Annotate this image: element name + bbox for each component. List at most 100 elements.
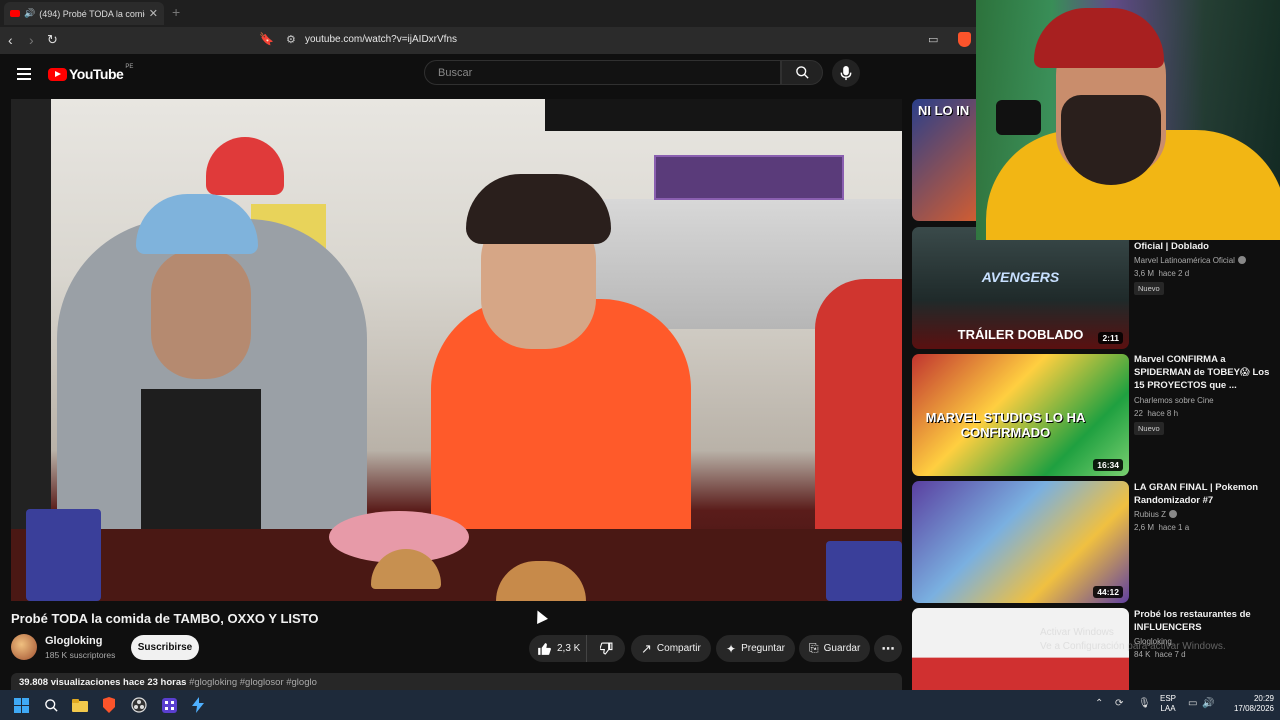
sidebar-channel-name[interactable]: Marvel Latinoamérica Oficial — [1134, 256, 1246, 265]
tray-overflow-icon[interactable]: ⌃ — [1095, 698, 1103, 709]
upload-age: hace 8 h — [1147, 409, 1179, 418]
sidebar-video-title[interactable]: Marvel CONFIRMA a SPIDERMAN de TOBEY😱 Lo… — [1134, 353, 1274, 392]
voice-search-button[interactable] — [832, 59, 860, 87]
video-frame-person-left-cap — [136, 194, 258, 254]
forward-icon[interactable]: › — [29, 32, 34, 48]
browser-tab[interactable]: 🔊 (494) Probé TODA la comida ✕ — [4, 2, 164, 25]
cast-icon[interactable]: ▭ — [928, 33, 938, 46]
microphone-icon — [840, 65, 852, 80]
mouse-cursor-icon — [532, 608, 548, 624]
start-button[interactable] — [12, 696, 30, 714]
video-frame-soundbar — [654, 155, 844, 200]
search-icon — [44, 698, 58, 712]
video-title: Probé TODA la comida de TAMBO, OXXO Y LI… — [11, 611, 319, 626]
like-dislike-group: 2,3 K — [529, 635, 625, 662]
thumbnail-caption: MARVEL STUDIOS LO HA CONFIRMADO — [925, 410, 1086, 440]
channel-label: Marvel Latinoamérica Oficial — [1134, 256, 1235, 265]
like-button[interactable]: 2,3 K — [529, 635, 587, 662]
search-input[interactable] — [425, 61, 780, 84]
channel-name[interactable]: Glogloking — [45, 635, 102, 647]
watermark-line: Ve a Configuración para activar Windows. — [1040, 641, 1226, 652]
sidebar-video-meta: 2,6 M hace 1 a — [1134, 523, 1189, 532]
input-language[interactable]: ESP LAA — [1160, 694, 1176, 714]
sparkle-icon: ✦ — [726, 641, 737, 656]
video-duration: 44:12 — [1093, 586, 1123, 598]
video-frame-tv — [545, 99, 902, 131]
bookmark-icon[interactable]: 🔖 — [259, 32, 274, 46]
video-duration: 2:11 — [1098, 332, 1123, 344]
file-explorer-button[interactable] — [71, 696, 89, 714]
video-frame-person-center-hair — [466, 174, 611, 244]
new-badge: Nuevo — [1134, 422, 1164, 435]
description-box[interactable]: 39.808 visualizaciones hace 23 horas #gl… — [11, 673, 902, 690]
taskbar-app-button[interactable] — [189, 696, 207, 714]
ask-button[interactable]: ✦ Preguntar — [716, 635, 795, 662]
more-actions-button[interactable]: ⋯ — [874, 635, 902, 662]
upload-age: hace 23 horas — [123, 677, 187, 688]
save-label: Guardar — [823, 643, 861, 654]
brave-shield-icon[interactable] — [958, 32, 971, 47]
youtube-favicon-icon — [10, 10, 20, 17]
volume-icon[interactable]: 🔊 — [1202, 698, 1214, 709]
thumbs-up-icon — [538, 642, 551, 655]
speaker-icon[interactable]: 🔊 — [24, 8, 35, 19]
sidebar-video-thumbnail[interactable]: AVENGERS TRÁILER DOBLADO 2:11 — [912, 227, 1129, 349]
webcam-overlay — [976, 0, 1280, 240]
sidebar-channel-name[interactable]: Charlemos sobre Cine — [1134, 396, 1214, 405]
dislike-button[interactable] — [587, 635, 625, 662]
obs-button[interactable] — [130, 696, 148, 714]
language-code: ESP — [1160, 694, 1177, 703]
like-count: 2,3 K — [557, 643, 581, 654]
thumbs-down-icon — [599, 642, 612, 655]
country-code: PE — [125, 64, 134, 70]
clock-date: 17/08/2026 — [1233, 704, 1274, 713]
youtube-header: YouTube PE — [0, 54, 976, 94]
app-grid-icon — [161, 697, 177, 713]
new-tab-icon[interactable]: + — [172, 4, 180, 20]
video-frame-person-left-shirt — [141, 389, 261, 529]
sidebar-channel-name[interactable]: Rubius Z — [1134, 510, 1178, 519]
watermark-line: Activar Windows — [1040, 627, 1114, 638]
back-icon[interactable]: ‹ — [8, 32, 13, 48]
sidebar-video-meta: 3,6 M hace 2 d — [1134, 269, 1189, 278]
close-tab-icon[interactable]: ✕ — [149, 7, 158, 20]
folder-icon — [72, 698, 88, 712]
bookmark-save-icon: ⎘ — [809, 641, 819, 655]
site-settings-icon[interactable]: ⚙ — [286, 33, 296, 46]
windows-activation-watermark: Activar Windows Ve a Configuración para … — [1040, 626, 1226, 654]
network-icon[interactable]: ▭ — [1188, 698, 1197, 709]
sidebar-video-title[interactable]: LA GRAN FINAL | Pokemon Randomizador #7 — [1134, 481, 1274, 507]
channel-avatar[interactable] — [11, 634, 37, 660]
youtube-play-icon — [48, 67, 67, 81]
video-player[interactable] — [11, 99, 902, 601]
tray-sync-icon[interactable]: ⟳ — [1115, 698, 1123, 709]
share-button[interactable]: ↗ Compartir — [631, 635, 711, 662]
menu-icon[interactable] — [17, 68, 31, 83]
tab-title: (494) Probé TODA la comida — [39, 8, 145, 19]
sidebar-video-title[interactable]: Oficial | Doblado — [1134, 240, 1274, 253]
new-badge: Nuevo — [1134, 282, 1164, 295]
subscribe-button[interactable]: Suscribirse — [131, 635, 199, 660]
view-count: 3,6 M — [1134, 269, 1155, 278]
video-frame-toad-toy — [206, 137, 284, 195]
webcam-microphone — [996, 100, 1041, 135]
reload-icon[interactable]: ↻ — [47, 32, 58, 48]
logo-text: YouTube — [69, 66, 124, 82]
hashtags[interactable]: #glogloking #gloglosor #gloglo — [189, 677, 317, 688]
obs-icon — [131, 697, 147, 713]
tray-microphone-icon[interactable]: 🎙 — [1138, 698, 1151, 709]
video-frame-cup — [26, 509, 101, 601]
url-field[interactable]: youtube.com/watch?v=ijAIDxrVfns — [305, 34, 457, 45]
system-clock[interactable]: 20:29 17/08/2026 — [1228, 694, 1274, 714]
brave-browser-button[interactable] — [100, 696, 118, 714]
brave-lion-icon — [103, 697, 115, 713]
verified-icon — [1169, 510, 1178, 518]
sidebar-video-meta: 22 hace 8 h — [1134, 409, 1178, 418]
sidebar-video-thumbnail[interactable]: 44:12 — [912, 481, 1129, 603]
save-button[interactable]: ⎘ Guardar — [799, 635, 871, 662]
sidebar-video-thumbnail[interactable]: MARVEL STUDIOS LO HA CONFIRMADO 16:34 — [912, 354, 1129, 476]
youtube-logo[interactable]: YouTube PE — [48, 64, 134, 82]
search-button[interactable] — [781, 60, 823, 85]
app-grid-button[interactable] — [160, 696, 178, 714]
taskbar-search-button[interactable] — [42, 696, 60, 714]
